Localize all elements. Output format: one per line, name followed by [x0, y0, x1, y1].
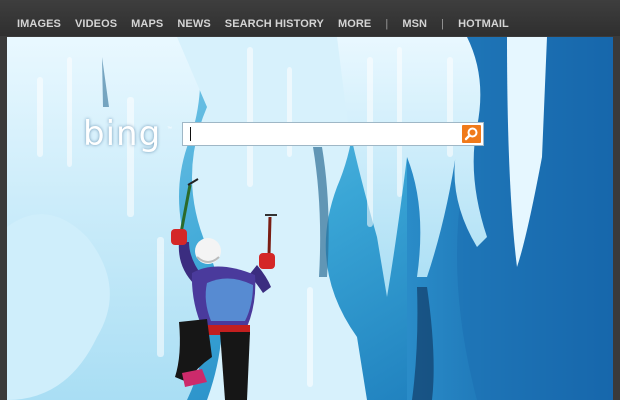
search-icon	[464, 127, 478, 141]
nav-separator: |	[385, 18, 389, 30]
background-photo	[7, 37, 613, 400]
nav-news[interactable]: NEWS	[177, 18, 210, 30]
top-navigation-bar: IMAGES VIDEOS MAPS NEWS SEARCH HISTORY M…	[0, 0, 620, 36]
nav-videos[interactable]: VIDEOS	[75, 18, 117, 30]
search-input[interactable]	[183, 123, 459, 145]
nav-search-history[interactable]: SEARCH HISTORY	[225, 18, 324, 30]
nav-separator: |	[441, 18, 445, 30]
nav-hotmail[interactable]: HOTMAIL	[458, 18, 509, 30]
search-button[interactable]	[462, 125, 481, 143]
nav-more[interactable]: MORE	[338, 18, 371, 30]
nav-images[interactable]: IMAGES	[17, 18, 61, 30]
nav-maps[interactable]: MAPS	[131, 18, 163, 30]
search-box	[182, 122, 484, 146]
bing-logo[interactable]: bing	[83, 114, 161, 154]
trademark-mark: ™	[167, 126, 172, 132]
nav-msn[interactable]: MSN	[402, 18, 427, 30]
nav-links: IMAGES VIDEOS MAPS NEWS SEARCH HISTORY M…	[17, 18, 523, 30]
ice-waterfall-illustration	[7, 37, 613, 400]
text-caret	[190, 127, 191, 141]
